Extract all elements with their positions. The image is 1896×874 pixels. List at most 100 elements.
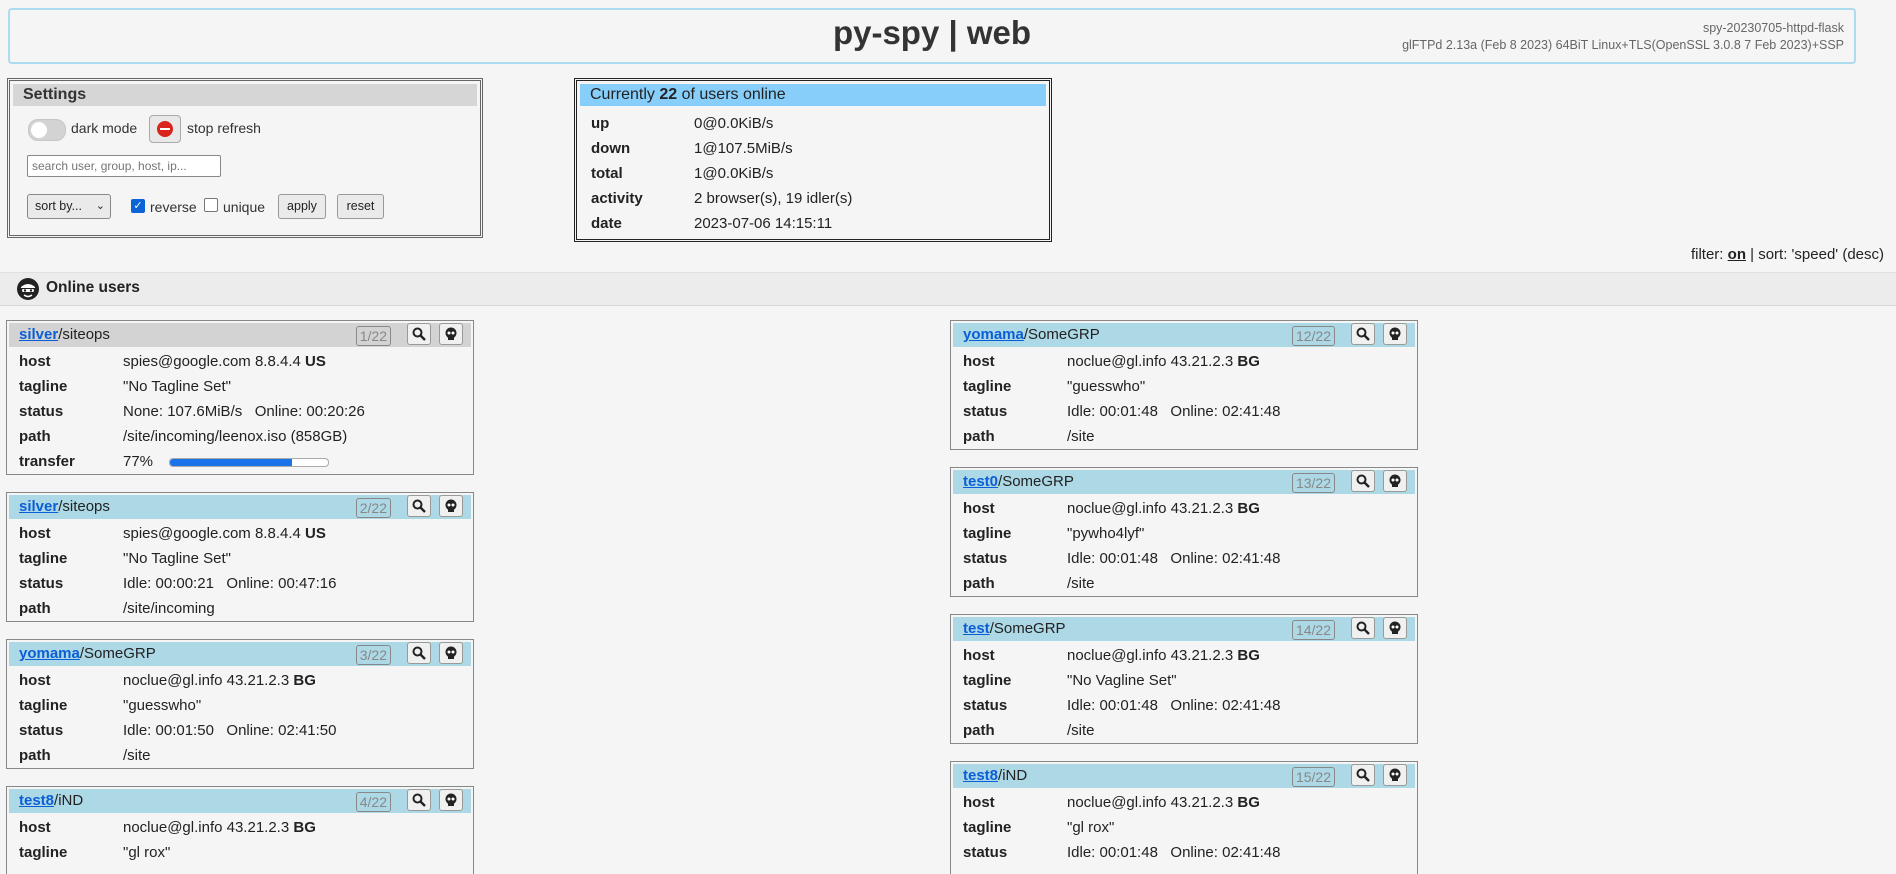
dark-mode-toggle[interactable]	[28, 119, 66, 141]
user-index-badge: 12/22	[1291, 326, 1335, 346]
kill-user-button[interactable]	[439, 495, 463, 517]
tagline-label: tagline	[19, 378, 68, 395]
group-name: /siteops	[58, 326, 110, 343]
sort-status: | sort: 'speed' (desc)	[1745, 246, 1884, 263]
kill-user-button[interactable]	[439, 323, 463, 345]
search-input[interactable]	[27, 155, 221, 177]
host-label: host	[963, 500, 995, 517]
search-user-button[interactable]	[1351, 323, 1375, 345]
search-user-button[interactable]	[407, 495, 431, 517]
stat-value: 1@0.0KiB/s	[694, 165, 774, 182]
path-label: path	[963, 428, 995, 445]
user-link[interactable]: silver	[19, 498, 58, 515]
skull-icon	[1389, 768, 1401, 781]
host-value: noclue@gl.info 43.21.2.3 BG	[1067, 496, 1281, 521]
user-details: host noclue@gl.info 43.21.2.3 BG tagline "…	[963, 643, 1281, 743]
stat-value: 0@0.0KiB/s	[694, 115, 774, 132]
user-link[interactable]: test8	[19, 792, 54, 809]
skull-icon	[445, 499, 457, 512]
unique-label: unique	[223, 199, 266, 215]
user-link[interactable]: test	[963, 620, 990, 637]
user-card: test8/iND 15/22 host noclue@gl.info 43.21…	[950, 761, 1418, 874]
country-code: BG	[1237, 353, 1260, 370]
unique-checkbox[interactable]	[204, 198, 218, 212]
stats-panel: Currently 22 of users online up 0@0.0KiB/…	[574, 78, 1052, 242]
user-index-badge: 14/22	[1291, 620, 1335, 640]
path-value: /site	[123, 747, 151, 764]
transfer-progress-fill	[170, 458, 292, 466]
path-value: /site	[1067, 575, 1095, 592]
path-label: path	[19, 600, 51, 617]
host-value: noclue@gl.info 43.21.2.3 BG	[1067, 643, 1281, 668]
host-label: host	[19, 672, 51, 689]
transfer-progress-bar	[169, 457, 330, 467]
path-value: /site	[1067, 428, 1095, 445]
user-details: host noclue@gl.info 43.21.2.3 BG tagline "…	[19, 815, 316, 865]
reverse-label: reverse	[150, 199, 197, 215]
host-label: host	[19, 353, 51, 370]
status-value: Idle: 00:01:48 Online: 02:41:48	[1067, 403, 1281, 420]
transfer-value: 77%	[123, 449, 365, 474]
host-text: noclue@gl.info 43.21.2.3	[123, 672, 294, 689]
user-index-badge: 13/22	[1291, 473, 1335, 493]
search-user-button[interactable]	[1351, 470, 1375, 492]
stop-refresh-button[interactable]	[149, 115, 181, 143]
stat-value: 2023-07-06 14:15:11	[694, 215, 833, 232]
user-card-header: yomama/SomeGRP 12/22	[953, 323, 1415, 347]
host-value: spies@google.com 8.8.4.4 US	[123, 521, 337, 546]
group-name: /SomeGRP	[989, 620, 1066, 637]
stat-value: 1@107.5MiB/s	[694, 140, 793, 157]
host-value: spies@google.com 8.8.4.4 US	[123, 349, 365, 374]
status-label: status	[963, 697, 1008, 714]
stat-key: date	[591, 215, 622, 232]
country-code: BG	[1237, 647, 1260, 664]
status-value: None: 107.6MiB/s Online: 00:20:26	[123, 403, 365, 420]
search-user-button[interactable]	[407, 642, 431, 664]
user-card-header: yomama/SomeGRP 3/22	[9, 642, 471, 666]
search-user-button[interactable]	[1351, 764, 1375, 786]
user-index-badge: 4/22	[355, 792, 391, 812]
user-link[interactable]: yomama	[19, 645, 80, 662]
kill-user-button[interactable]	[1383, 764, 1407, 786]
kill-user-button[interactable]	[439, 642, 463, 664]
host-text: noclue@gl.info 43.21.2.3	[1067, 647, 1238, 664]
host-value: noclue@gl.info 43.21.2.3 BG	[123, 815, 316, 840]
reset-button[interactable]: reset	[337, 194, 384, 219]
stats-header: Currently 22 of users online	[580, 84, 1046, 106]
path-label: path	[19, 428, 51, 445]
user-link[interactable]: test0	[963, 473, 998, 490]
search-user-button[interactable]	[407, 789, 431, 811]
apply-button[interactable]: apply	[278, 194, 326, 219]
sort-select[interactable]: sort by... ⌄	[27, 194, 111, 219]
host-text: spies@google.com 8.8.4.4	[123, 353, 305, 370]
stats-table: up 0@0.0KiB/s down 1@107.5MiB/s total 1@0.0…	[591, 111, 852, 236]
online-count: 22	[659, 86, 678, 103]
magnifier-icon	[1356, 474, 1370, 488]
search-user-button[interactable]	[1351, 617, 1375, 639]
tagline-label: tagline	[963, 525, 1012, 542]
path-value: /site/incoming	[123, 600, 215, 617]
stats-row: total 1@0.0KiB/s	[591, 161, 852, 186]
user-link[interactable]: silver	[19, 326, 58, 343]
skull-icon	[445, 646, 457, 659]
host-label: host	[963, 647, 995, 664]
user-link[interactable]: test8	[963, 767, 998, 784]
kill-user-button[interactable]	[1383, 470, 1407, 492]
kill-user-button[interactable]	[439, 789, 463, 811]
reverse-checkbox[interactable]: ✓	[131, 199, 145, 213]
country-code: BG	[1237, 500, 1260, 517]
stat-value: 2 browser(s), 19 idler(s)	[694, 190, 853, 207]
kill-user-button[interactable]	[1383, 617, 1407, 639]
user-link[interactable]: yomama	[963, 326, 1024, 343]
host-text: noclue@gl.info 43.21.2.3	[1067, 794, 1238, 811]
tagline-value: "guesswho"	[1067, 378, 1146, 395]
user-card-header: test0/SomeGRP 13/22	[953, 470, 1415, 494]
online-users-title: Online users	[46, 279, 140, 296]
path-label: path	[963, 575, 995, 592]
status-label: status	[19, 575, 64, 592]
search-user-button[interactable]	[407, 323, 431, 345]
tagline-label: tagline	[963, 672, 1012, 689]
kill-user-button[interactable]	[1383, 323, 1407, 345]
status-value: Idle: 00:01:48 Online: 02:41:48	[1067, 844, 1281, 861]
filter-toggle-link[interactable]: on	[1728, 246, 1746, 263]
